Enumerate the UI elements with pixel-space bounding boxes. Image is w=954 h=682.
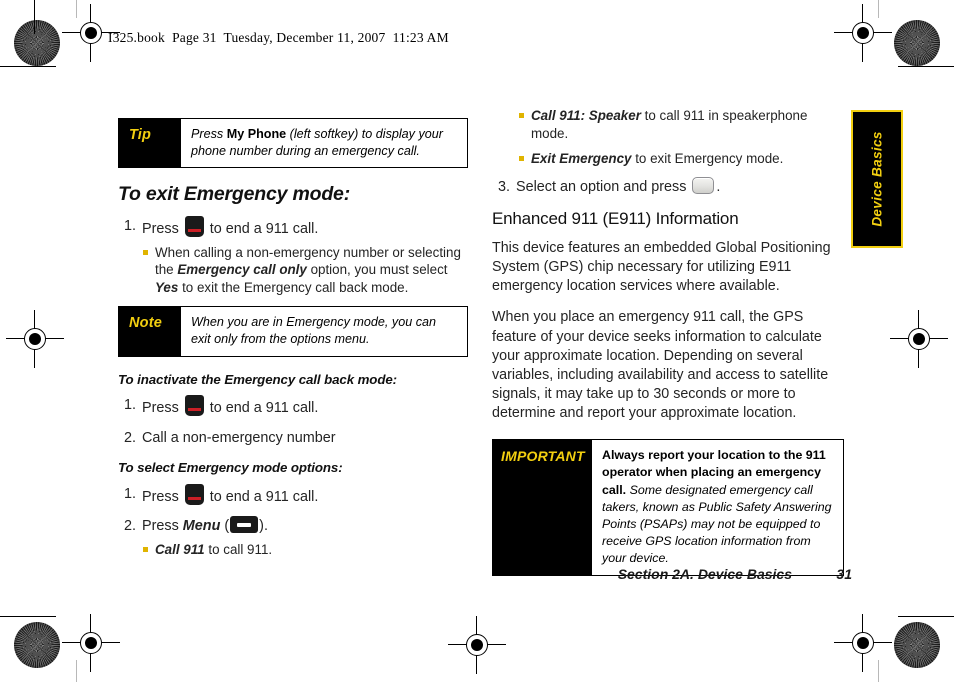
crop-mark-top-left-v xyxy=(34,0,36,34)
step-text-after: ). xyxy=(259,518,268,535)
crop-mark-top-right xyxy=(898,66,954,68)
menu-key-icon xyxy=(230,516,259,534)
note-callout-label: Note xyxy=(119,307,180,356)
sub-rest: to exit Emergency mode. xyxy=(631,151,784,167)
options-bullets-continued: Call 911: Speaker to call 911 in speaker… xyxy=(518,107,844,168)
trim-guide-left-bottom xyxy=(76,660,78,682)
step-text-before: Press xyxy=(142,220,183,237)
trim-guide-left xyxy=(76,0,78,18)
registration-target-top-left xyxy=(62,4,120,62)
subheading-select-options: To select Emergency mode options: xyxy=(118,459,343,475)
tip-callout-body: Press My Phone (left softkey) to display… xyxy=(180,119,467,168)
tip-callout: Tip Press My Phone (left softkey) to dis… xyxy=(118,118,468,169)
steps-select-options: 1. Press to end a 911 call. 2. Press Menu … xyxy=(118,483,468,559)
registration-target-mid-right xyxy=(890,310,948,368)
step-text-before: Press xyxy=(142,488,183,505)
end-call-key-icon xyxy=(184,483,204,505)
page-running-header: I325.book Page 31 Tuesday, December 11, … xyxy=(108,30,449,45)
page-title: To exit Emergency mode: xyxy=(118,183,350,206)
registration-target-top-right xyxy=(834,4,892,62)
step-text-before: Press xyxy=(142,400,183,417)
step-number: 2. xyxy=(123,430,136,447)
important-callout-label: IMPORTANT xyxy=(493,440,591,576)
registration-target-bottom-right xyxy=(834,614,892,672)
step-number: 1. xyxy=(123,397,136,414)
steps-inactivate-callback: 1. Press to end a 911 call. 2. Call a non-… xyxy=(118,395,468,449)
step-item: 1. Press to end a 911 call. When calling … xyxy=(118,215,468,297)
sub-emphasis: Exit Emergency xyxy=(531,151,632,167)
step-text-before: Press xyxy=(142,518,183,535)
crop-mark-bottom-right xyxy=(898,616,954,618)
registration-rosette-bottom-left xyxy=(14,622,60,668)
step-subbullets: When calling a non-emergency number or s… xyxy=(142,244,468,297)
sub-rest: to call 911. xyxy=(204,542,273,558)
section-thumb-tab: Device Basics xyxy=(851,110,903,248)
list-item: When calling a non-emergency number or s… xyxy=(142,244,468,297)
subheading-inactivate: To inactivate the Emergency call back mo… xyxy=(118,371,397,387)
footer-page-number: 31 xyxy=(836,566,852,582)
crop-mark-top-left xyxy=(0,66,56,68)
page-footer: Section 2A. Device Basics 31 xyxy=(492,566,852,582)
registration-target-mid-left xyxy=(6,310,64,368)
left-column: Tip Press My Phone (left softkey) to dis… xyxy=(118,118,468,566)
end-call-key-icon xyxy=(184,395,204,417)
step-subbullets: Call 911 to call 911. xyxy=(142,541,468,559)
steps-exit-emergency: 1. Press to end a 911 call. When calling … xyxy=(118,215,468,297)
registration-rosette-bottom-right xyxy=(894,622,940,668)
step-text-after: to end a 911 call. xyxy=(205,400,319,417)
steps-select-options-continued: 3. Select an option and press . xyxy=(492,176,844,198)
step-text-after: to end a 911 call. xyxy=(205,220,319,237)
select-key-icon xyxy=(692,176,715,194)
sub-em2: Yes xyxy=(155,279,179,295)
crop-mark-bottom-left xyxy=(0,616,56,618)
registration-rosette-top-right xyxy=(894,20,940,66)
sub-emphasis: Call 911: Speaker xyxy=(531,108,641,123)
trim-guide-right-bottom xyxy=(878,660,880,682)
tip-text-bold: My Phone xyxy=(226,127,287,141)
sub-emphasis: Call 911 xyxy=(155,542,205,558)
registration-target-bottom-left xyxy=(62,614,120,672)
section-thumb-tab-label: Device Basics xyxy=(869,131,885,227)
step-text-after: . xyxy=(716,178,721,195)
important-callout-body: Always report your location to the 911 o… xyxy=(591,440,843,576)
list-item: Call 911: Speaker to call 911 in speaker… xyxy=(518,107,844,142)
registration-rosette-top-left xyxy=(14,20,60,66)
step-number: 1. xyxy=(123,217,136,234)
trim-guide-right xyxy=(878,0,880,18)
sub-part3: to exit the Emergency call back mode. xyxy=(178,279,409,295)
step-item: 1. Press to end a 911 call. xyxy=(118,395,468,419)
registration-target-bottom-center xyxy=(448,616,506,674)
step-item: 2. Press Menu (). Call 911 to call 911. xyxy=(118,516,468,558)
step-number: 1. xyxy=(123,485,136,502)
sub-em1: Emergency call only xyxy=(177,262,307,278)
body-paragraph: When you place an emergency 911 call, th… xyxy=(492,309,829,422)
step-item: 1. Press to end a 911 call. xyxy=(118,483,468,508)
list-item: Call 911 to call 911. xyxy=(142,541,468,559)
step-text-before: Select an option and press xyxy=(516,178,691,195)
list-item: Exit Emergency to exit Emergency mode. xyxy=(518,150,844,168)
step-item: 2. Call a non-emergency number xyxy=(118,428,468,449)
tip-text-lead: Press xyxy=(191,127,227,141)
note-callout-body: When you are in Emergency mode, you can … xyxy=(180,307,467,356)
step-number: 3. xyxy=(497,178,510,195)
step-text-after: to end a 911 call. xyxy=(205,488,319,505)
sub-part2: option, you must select xyxy=(306,262,448,278)
right-column: Call 911: Speaker to call 911 in speaker… xyxy=(492,103,844,590)
body-paragraph: This device features an embedded Global … xyxy=(492,239,831,295)
step-number: 2. xyxy=(123,518,136,535)
note-callout: Note When you are in Emergency mode, you… xyxy=(118,306,468,357)
step-item: 3. Select an option and press . xyxy=(492,176,844,198)
footer-section-label: Section 2A. Device Basics xyxy=(617,566,792,582)
step-text-before: Call a non-emergency number xyxy=(142,430,336,447)
section-heading-e911: Enhanced 911 (E911) Information xyxy=(492,208,739,228)
step-text-open: ( xyxy=(220,518,230,535)
important-italic-rest: Some designated emergency call takers, k… xyxy=(602,482,832,566)
step-emphasis: Menu xyxy=(182,518,221,535)
important-callout: IMPORTANT Always report your location to… xyxy=(492,439,844,577)
end-call-key-icon xyxy=(184,215,204,237)
tip-callout-label: Tip xyxy=(119,119,180,168)
